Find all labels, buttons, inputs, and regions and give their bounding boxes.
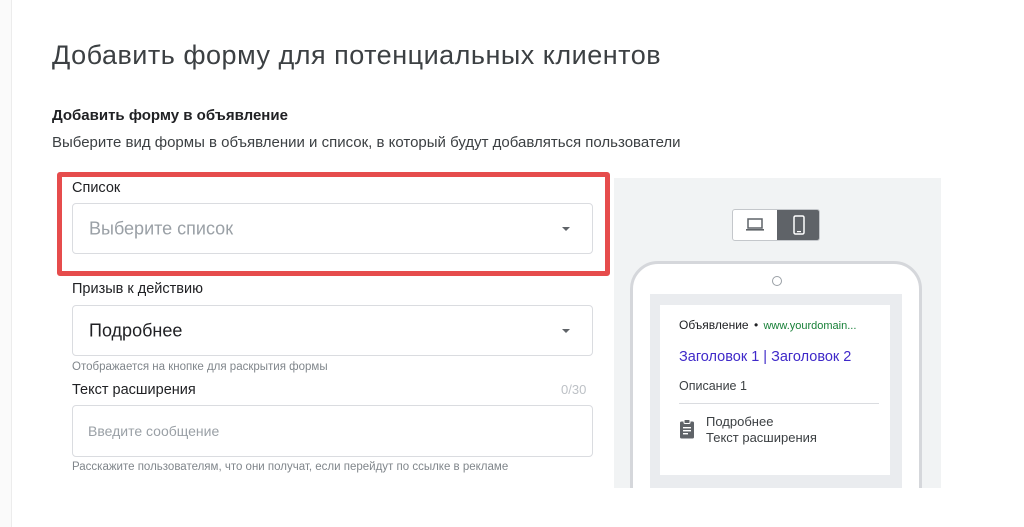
- extension-text-field[interactable]: [72, 405, 593, 457]
- device-toggle-desktop[interactable]: [733, 210, 777, 240]
- ad-divider: [679, 403, 879, 404]
- page-title: Добавить форму для потенциальных клиенто…: [52, 40, 662, 70]
- laptop-icon: [746, 218, 764, 231]
- ad-display-url: www.yourdomain...: [763, 320, 857, 332]
- cta-hint: Отображается на кнопке для раскрытия фор…: [72, 361, 328, 373]
- ad-card: Объявление • www.yourdomain... Заголовок…: [660, 305, 890, 475]
- ad-extension-cta: Подробнее: [706, 414, 774, 429]
- cta-label: Призыв к действию: [72, 281, 203, 297]
- clipboard-icon: [680, 419, 694, 439]
- ad-preview-panel: Объявление • www.yourdomain... Заголовок…: [614, 178, 941, 488]
- phone-screen: Объявление • www.yourdomain... Заголовок…: [650, 294, 902, 488]
- extension-text-label: Текст расширения: [72, 382, 196, 398]
- cta-select-value: Подробнее: [89, 320, 183, 340]
- character-counter: 0/30: [561, 382, 587, 397]
- device-toggle-mobile[interactable]: [777, 210, 819, 240]
- ad-headline: Заголовок 1 | Заголовок 2: [679, 349, 852, 365]
- left-edge-rule: [0, 0, 12, 527]
- extension-text-hint: Расскажите пользователям, что они получа…: [72, 461, 509, 473]
- phone-frame: Объявление • www.yourdomain... Заголовок…: [630, 261, 922, 488]
- highlight-box: [57, 172, 610, 276]
- extension-text-input[interactable]: [88, 406, 578, 456]
- section-title: Добавить форму в объявление: [52, 107, 288, 124]
- smartphone-icon: [793, 215, 805, 235]
- ad-label: Объявление: [679, 318, 749, 332]
- device-toggle: [732, 209, 820, 241]
- ad-header: Объявление • www.yourdomain...: [679, 318, 856, 332]
- ad-description: Описание 1: [679, 379, 747, 393]
- ad-separator: •: [753, 318, 759, 332]
- ad-extension-text: Текст расширения: [706, 430, 817, 445]
- section-description: Выберите вид формы в объявлении и список…: [52, 134, 681, 151]
- cta-select[interactable]: Подробнее: [72, 305, 593, 356]
- phone-camera: [772, 276, 782, 286]
- dropdown-arrow-icon: [562, 328, 570, 333]
